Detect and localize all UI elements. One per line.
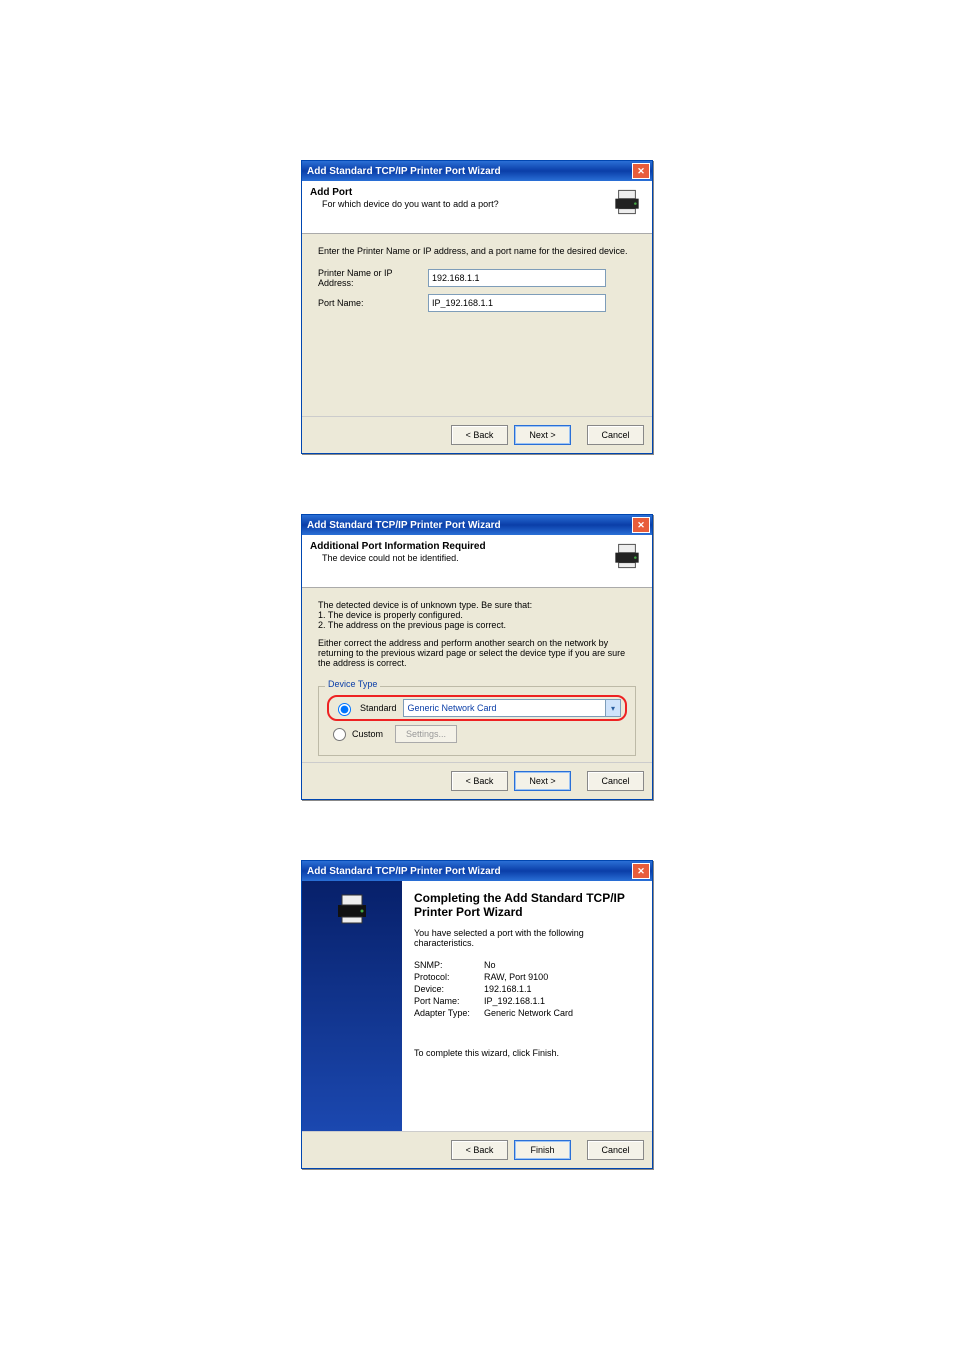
dropdown-value: Generic Network Card — [408, 703, 497, 713]
cancel-button[interactable]: Cancel — [587, 1140, 644, 1160]
wizard-completion: Add Standard TCP/IP Printer Port Wizard … — [301, 860, 653, 1169]
kv-val: RAW, Port 9100 — [484, 972, 548, 982]
titlebar[interactable]: Add Standard TCP/IP Printer Port Wizard … — [302, 515, 652, 535]
wizard-add-port: Add Standard TCP/IP Printer Port Wizard … — [301, 160, 653, 454]
label-port-name: Port Name: — [318, 298, 428, 308]
kv-key: Port Name: — [414, 996, 484, 1006]
radio-standard[interactable] — [338, 703, 351, 716]
wizard-body: Enter the Printer Name or IP address, an… — [302, 234, 652, 416]
button-bar: < Back Finish Cancel — [302, 1131, 652, 1168]
next-button[interactable]: Next > — [514, 771, 571, 791]
kv-key: Adapter Type: — [414, 1008, 484, 1018]
close-icon[interactable]: ✕ — [632, 163, 650, 179]
wizard-header: Add Port For which device do you want to… — [302, 181, 652, 234]
back-button[interactable]: < Back — [451, 1140, 508, 1160]
button-bar: < Back Next > Cancel — [302, 416, 652, 453]
header-title: Add Port — [310, 187, 610, 198]
close-icon[interactable]: ✕ — [632, 517, 650, 533]
detect-li-1: 1. The device is properly configured. — [318, 610, 636, 620]
wizard-port-info: Add Standard TCP/IP Printer Port Wizard … — [301, 514, 653, 800]
cancel-button[interactable]: Cancel — [587, 425, 644, 445]
kv-key: SNMP: — [414, 960, 484, 970]
detect-li-2: 2. The address on the previous page is c… — [318, 620, 636, 630]
settings-button: Settings... — [395, 725, 457, 743]
port-name-input[interactable] — [428, 294, 606, 312]
header-subtitle: The device could not be identified. — [322, 553, 610, 563]
wizard-body: Completing the Add Standard TCP/IP Print… — [302, 881, 652, 1131]
window-title: Add Standard TCP/IP Printer Port Wizard — [307, 520, 501, 531]
completion-subtitle: You have selected a port with the follow… — [414, 928, 640, 948]
side-panel — [302, 881, 402, 1131]
radio-standard-label: Standard — [360, 703, 397, 713]
standard-row-highlight: Standard Generic Network Card ▾ — [327, 695, 627, 721]
kv-key: Protocol: — [414, 972, 484, 982]
detect-info-2: Either correct the address and perform a… — [318, 638, 636, 668]
device-type-dropdown[interactable]: Generic Network Card ▾ — [403, 699, 621, 717]
kv-val: IP_192.168.1.1 — [484, 996, 545, 1006]
printer-icon — [610, 187, 644, 217]
group-title: Device Type — [325, 679, 380, 689]
label-ip-address: Printer Name or IP Address: — [318, 268, 428, 288]
finish-button[interactable]: Finish — [514, 1140, 571, 1160]
next-button[interactable]: Next > — [514, 425, 571, 445]
cancel-button[interactable]: Cancel — [587, 771, 644, 791]
button-bar: < Back Next > Cancel — [302, 762, 652, 799]
printer-icon — [332, 891, 372, 927]
back-button[interactable]: < Back — [451, 425, 508, 445]
device-type-group: Device Type Standard Generic Network Car… — [318, 686, 636, 756]
header-subtitle: For which device do you want to add a po… — [322, 199, 610, 209]
printer-icon — [610, 541, 644, 571]
completion-footer: To complete this wizard, click Finish. — [414, 1048, 640, 1058]
kv-val: Generic Network Card — [484, 1008, 573, 1018]
titlebar[interactable]: Add Standard TCP/IP Printer Port Wizard … — [302, 161, 652, 181]
kv-key: Device: — [414, 984, 484, 994]
titlebar[interactable]: Add Standard TCP/IP Printer Port Wizard … — [302, 861, 652, 881]
back-button[interactable]: < Back — [451, 771, 508, 791]
header-title: Additional Port Information Required — [310, 541, 610, 552]
close-icon[interactable]: ✕ — [632, 863, 650, 879]
kv-val: 192.168.1.1 — [484, 984, 532, 994]
chevron-down-icon: ▾ — [605, 700, 620, 716]
window-title: Add Standard TCP/IP Printer Port Wizard — [307, 866, 501, 877]
radio-custom-label: Custom — [352, 729, 383, 739]
wizard-header: Additional Port Information Required The… — [302, 535, 652, 588]
ip-address-input[interactable] — [428, 269, 606, 287]
instruction-text: Enter the Printer Name or IP address, an… — [318, 246, 636, 256]
wizard-body: The detected device is of unknown type. … — [302, 588, 652, 762]
radio-custom[interactable] — [333, 728, 346, 741]
completion-title: Completing the Add Standard TCP/IP Print… — [414, 891, 640, 920]
window-title: Add Standard TCP/IP Printer Port Wizard — [307, 166, 501, 177]
detect-info-1: The detected device is of unknown type. … — [318, 600, 636, 610]
kv-val: No — [484, 960, 496, 970]
